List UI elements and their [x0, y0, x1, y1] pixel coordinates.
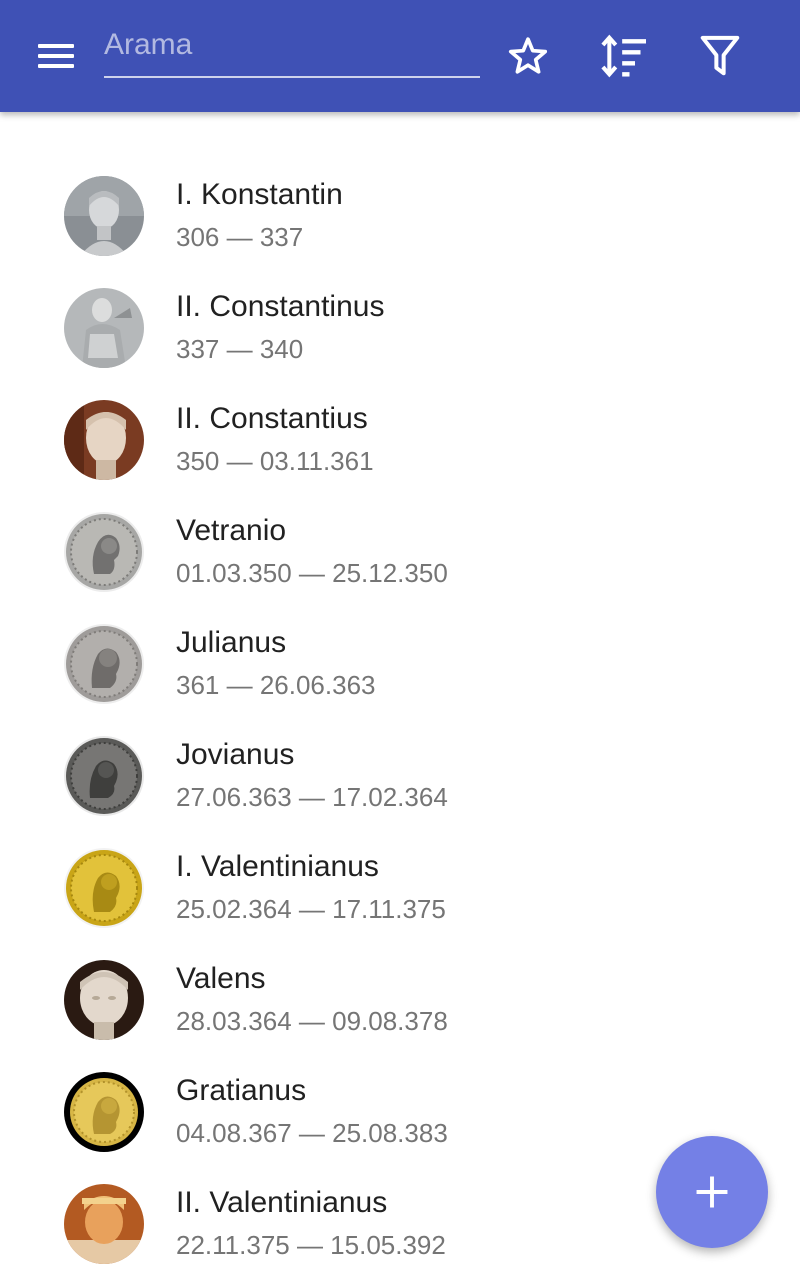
list-item[interactable]: II. Constantinus 337 — 340: [0, 272, 800, 384]
filter-button[interactable]: [692, 28, 748, 84]
plus-icon: [696, 1176, 728, 1208]
avatar: [64, 848, 144, 928]
avatar: [64, 624, 144, 704]
search-input[interactable]: [104, 22, 480, 78]
hamburger-menu-icon[interactable]: [32, 36, 80, 76]
avatar: [64, 1072, 144, 1152]
reign-dates: 25.02.364 — 17.11.375: [176, 894, 446, 924]
emperor-name: Julianus: [176, 626, 287, 659]
avatar: [64, 736, 144, 816]
reign-dates: 01.03.350 — 25.12.350: [176, 558, 448, 588]
reign-dates: 04.08.367 — 25.08.383: [176, 1118, 448, 1148]
avatar: [64, 400, 144, 480]
emperor-name: II. Valentinianus: [176, 1186, 388, 1219]
emperor-name: I. Konstantin: [176, 178, 343, 211]
emperor-name: II. Constantius: [176, 402, 368, 435]
add-button[interactable]: [656, 1136, 768, 1248]
list-item[interactable]: II. Constantius 350 — 03.11.361: [0, 384, 800, 496]
emperor-list: I. Konstantin 306 — 337 II. Constantinus…: [0, 160, 800, 1280]
star-outline-icon: [508, 37, 548, 74]
reign-dates: 350 — 03.11.361: [176, 446, 374, 476]
avatar: [64, 288, 144, 368]
emperor-name: Valens: [176, 962, 266, 995]
list-item[interactable]: Vetranio 01.03.350 — 25.12.350: [0, 496, 800, 608]
favorites-button[interactable]: [500, 28, 556, 84]
avatar: [64, 512, 144, 592]
emperor-name: II. Constantinus: [176, 290, 385, 323]
sort-icon: [601, 34, 646, 78]
list-item[interactable]: Valens 28.03.364 — 09.08.378: [0, 944, 800, 1056]
emperor-name: Jovianus: [176, 738, 295, 771]
reign-dates: 337 — 340: [176, 334, 304, 364]
list-item[interactable]: Jovianus 27.06.363 — 17.02.364: [0, 720, 800, 832]
reign-dates: 22.11.375 — 15.05.392: [176, 1230, 446, 1260]
app-bar: [0, 0, 800, 112]
reign-dates: 306 — 337: [176, 222, 304, 252]
emperor-name: Gratianus: [176, 1074, 307, 1107]
emperor-name: I. Valentinianus: [176, 850, 379, 883]
list-item[interactable]: I. Valentinianus 25.02.364 — 17.11.375: [0, 832, 800, 944]
reign-dates: 27.06.363 — 17.02.364: [176, 782, 448, 812]
search-field: [104, 22, 480, 82]
sort-button[interactable]: [596, 28, 652, 84]
reign-dates: 28.03.364 — 09.08.378: [176, 1006, 448, 1036]
emperor-name: Vetranio: [176, 514, 287, 547]
reign-dates: 361 — 26.06.363: [176, 670, 376, 700]
avatar: [64, 176, 144, 256]
list-item[interactable]: Julianus 361 — 26.06.363: [0, 608, 800, 720]
list-item[interactable]: I. Konstantin 306 — 337: [0, 160, 800, 272]
avatar: [64, 960, 144, 1040]
avatar: [64, 1184, 144, 1264]
filter-icon: [700, 35, 740, 76]
